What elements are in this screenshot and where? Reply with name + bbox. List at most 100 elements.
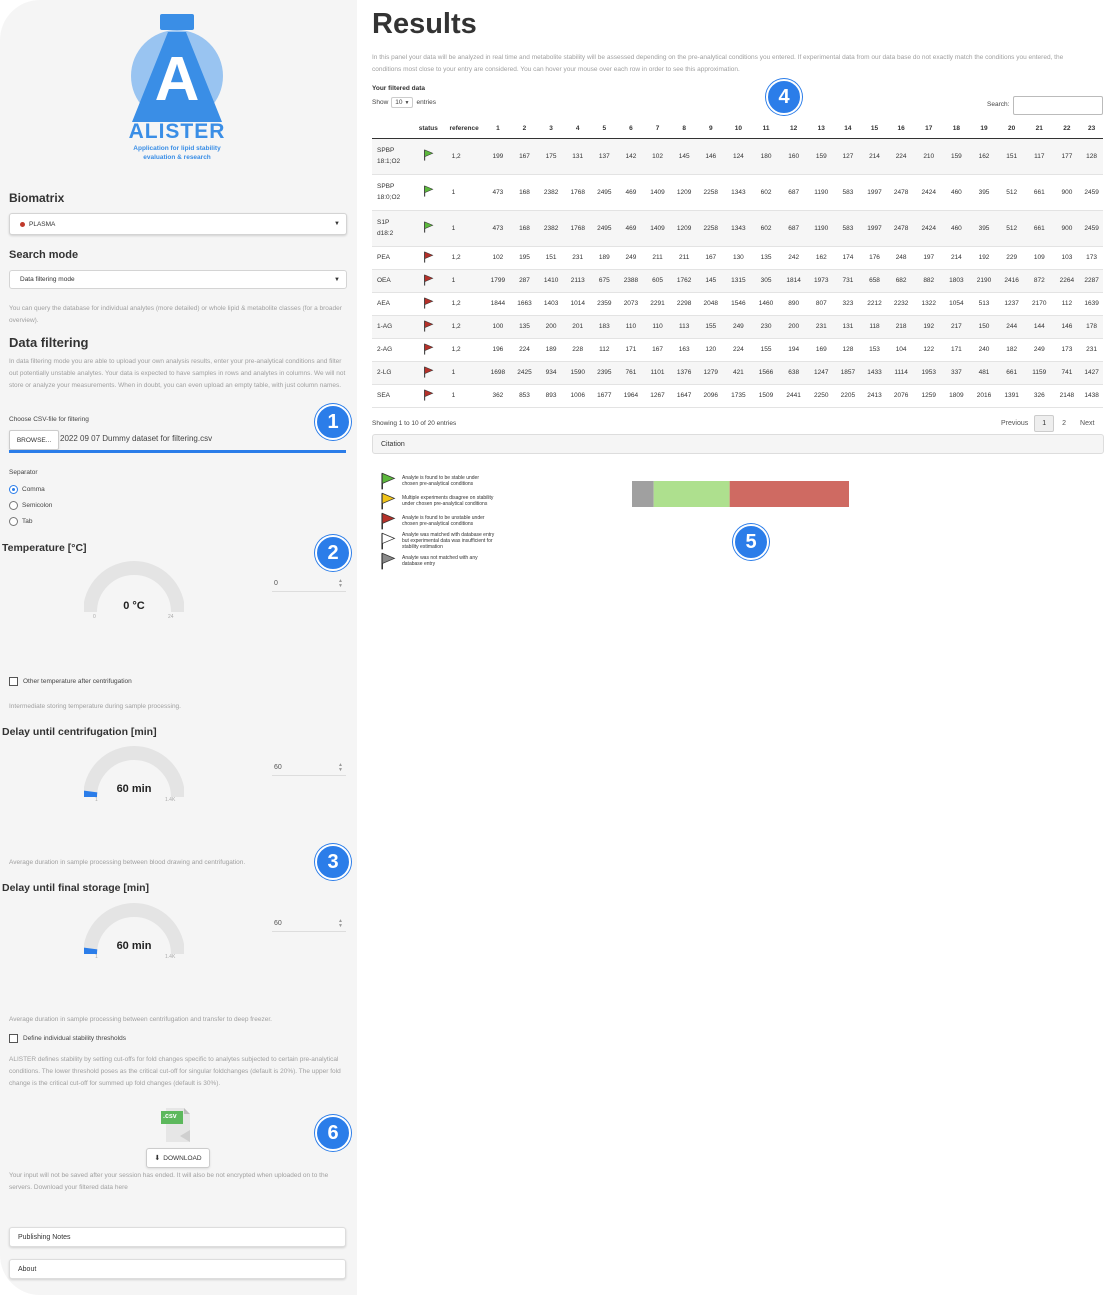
- column-header[interactable]: 23: [1080, 120, 1103, 139]
- thresholds-checkbox[interactable]: Define individual stability thresholds: [9, 1034, 126, 1043]
- analyte-name-cell: SEA: [372, 384, 413, 408]
- value-cell: 128: [1080, 138, 1103, 175]
- value-cell: 287: [511, 269, 538, 293]
- table-row[interactable]: SEA 1 362 853 893 1006 1677 1964 1267 1647 2096 173…: [372, 384, 1103, 408]
- reference-cell: 1,2: [443, 315, 485, 339]
- separator-semicolon[interactable]: Semicolon: [9, 499, 52, 511]
- column-header[interactable]: 2: [511, 120, 538, 139]
- column-header[interactable]: 18: [943, 120, 970, 139]
- analyte-name-cell: SPBP 18:1;O2: [372, 138, 413, 175]
- column-header[interactable]: 8: [670, 120, 698, 139]
- column-header[interactable]: 16: [887, 120, 915, 139]
- value-cell: 1190: [807, 174, 835, 211]
- column-header[interactable]: 6: [617, 120, 645, 139]
- value-cell: 583: [834, 174, 862, 211]
- status-cell: [412, 315, 444, 339]
- chevron-down-icon: ▼: [404, 99, 410, 106]
- column-header[interactable]: 7: [644, 120, 671, 139]
- column-header[interactable]: 11: [752, 120, 780, 139]
- value-cell: 214: [943, 246, 970, 270]
- column-header[interactable]: 22: [1053, 120, 1081, 139]
- next-page-button[interactable]: Next: [1074, 420, 1100, 427]
- temperature-input[interactable]: 0 ▲ ▼: [272, 576, 346, 592]
- table-row[interactable]: S1P d18:2 1 473 168 2382 1768 2495 469 1409 1209 22…: [372, 210, 1103, 247]
- delay-centrifugation-help: Average duration in sample processing be…: [9, 859, 246, 866]
- column-header[interactable]: status: [412, 120, 444, 139]
- separator-comma[interactable]: Comma: [9, 483, 45, 495]
- table-row[interactable]: PEA 1,2 102 195 151 231 189 249 211 211 167 130 135 2…: [372, 246, 1103, 270]
- search-input[interactable]: [1013, 96, 1103, 115]
- value-cell: 2212: [861, 292, 888, 316]
- column-header[interactable]: 13: [807, 120, 835, 139]
- column-header[interactable]: 1: [484, 120, 512, 139]
- column-header[interactable]: 3: [537, 120, 565, 139]
- delay-storage-gauge-value: 60 min: [116, 940, 152, 952]
- separator-tab[interactable]: Tab: [9, 515, 32, 527]
- column-header[interactable]: 5: [591, 120, 618, 139]
- column-header[interactable]: reference: [443, 120, 485, 139]
- table-row[interactable]: 2-AG 1,2 196 224 189 228 112 171 167 163 120 224 155…: [372, 338, 1103, 362]
- status-cell: [412, 246, 444, 270]
- browse-button[interactable]: BROWSE...: [9, 430, 59, 450]
- column-header[interactable]: 14: [834, 120, 862, 139]
- file-name-field[interactable]: 2022 09 07 Dummy dataset for filtering.c…: [60, 434, 212, 443]
- citation-panel[interactable]: Citation: [372, 434, 1104, 454]
- value-cell: 1409: [644, 210, 671, 247]
- value-cell: 1343: [724, 210, 753, 247]
- column-header[interactable]: 9: [697, 120, 725, 139]
- publishing-notes-panel[interactable]: Publishing Notes: [9, 1227, 346, 1247]
- about-panel[interactable]: About: [9, 1259, 346, 1279]
- value-cell: 130: [724, 246, 753, 270]
- column-header[interactable]: 20: [998, 120, 1025, 139]
- value-cell: 117: [1024, 138, 1054, 175]
- delay-storage-gauge-min: 1: [95, 954, 98, 960]
- column-header[interactable]: 15: [861, 120, 888, 139]
- value-cell: 146: [1053, 315, 1081, 339]
- value-cell: 249: [1024, 338, 1054, 362]
- reference-cell: 1,2: [443, 292, 485, 316]
- column-header[interactable]: 4: [564, 120, 592, 139]
- biomatrix-select[interactable]: PLASMA ▼: [9, 213, 347, 235]
- column-header[interactable]: 12: [779, 120, 808, 139]
- column-header[interactable]: 10: [724, 120, 753, 139]
- value-cell: 159: [943, 138, 970, 175]
- table-row[interactable]: SPBP 18:1;O2 1,2 199 167 175 131 137 142 102 145 14…: [372, 138, 1103, 175]
- value-cell: 231: [1080, 338, 1103, 362]
- radio-icon: [9, 516, 18, 526]
- csv-file-icon: .csv: [160, 1106, 192, 1144]
- column-header[interactable]: 17: [914, 120, 944, 139]
- table-row[interactable]: AEA 1,2 1844 1663 1403 1014 2359 2073 2291 2298 20…: [372, 292, 1103, 316]
- other-temp-checkbox[interactable]: Other temperature after centrifugation: [9, 677, 132, 686]
- page-2-button[interactable]: 2: [1054, 420, 1074, 427]
- value-cell: 1768: [564, 210, 592, 247]
- value-cell: 2459: [1080, 174, 1103, 211]
- page-1-button[interactable]: 1: [1034, 415, 1055, 432]
- entries-select[interactable]: 10 ▼: [391, 97, 414, 108]
- svg-text:A: A: [155, 45, 200, 114]
- value-cell: 218: [887, 315, 915, 339]
- delay-storage-input[interactable]: 60 ▲ ▼: [272, 916, 346, 932]
- spinner-icon[interactable]: ▲ ▼: [338, 762, 343, 773]
- table-row[interactable]: 1-AG 1,2 100 135 200 201 183 110 110 113 155 249 230…: [372, 315, 1103, 339]
- table-row[interactable]: 2-LG 1 1698 2425 934 1590 2395 761 1101 1376 1279 4…: [372, 361, 1103, 385]
- value-cell: 167: [697, 246, 725, 270]
- spinner-icon[interactable]: ▲ ▼: [338, 918, 343, 929]
- table-row[interactable]: SPBP 18:0;O2 1 473 168 2382 1768 2495 469 1409 120…: [372, 174, 1103, 211]
- table-row[interactable]: OEA 1 1799 287 1410 2113 675 2388 605 1762 145 1315…: [372, 269, 1103, 293]
- spinner-icon[interactable]: ▲ ▼: [338, 578, 343, 589]
- search-mode-select[interactable]: Data filtering mode ▼: [9, 270, 347, 289]
- value-cell: 200: [537, 315, 565, 339]
- legend-text: Analyte is found to be stable under chose…: [402, 475, 479, 487]
- value-cell: 1698: [484, 361, 512, 385]
- delay-centrifugation-input[interactable]: 60 ▲ ▼: [272, 760, 346, 776]
- column-header[interactable]: 19: [969, 120, 999, 139]
- value-cell: 194: [779, 338, 808, 362]
- download-button[interactable]: ⬇ DOWNLOAD: [146, 1148, 210, 1168]
- previous-page-button[interactable]: Previous: [995, 420, 1034, 427]
- value-cell: 1735: [724, 384, 753, 408]
- column-header[interactable]: [372, 120, 413, 139]
- status-flag-icon: [423, 185, 434, 197]
- separator-semicolon-label: Semicolon: [22, 501, 53, 509]
- value-cell: 1259: [914, 384, 944, 408]
- column-header[interactable]: 21: [1024, 120, 1054, 139]
